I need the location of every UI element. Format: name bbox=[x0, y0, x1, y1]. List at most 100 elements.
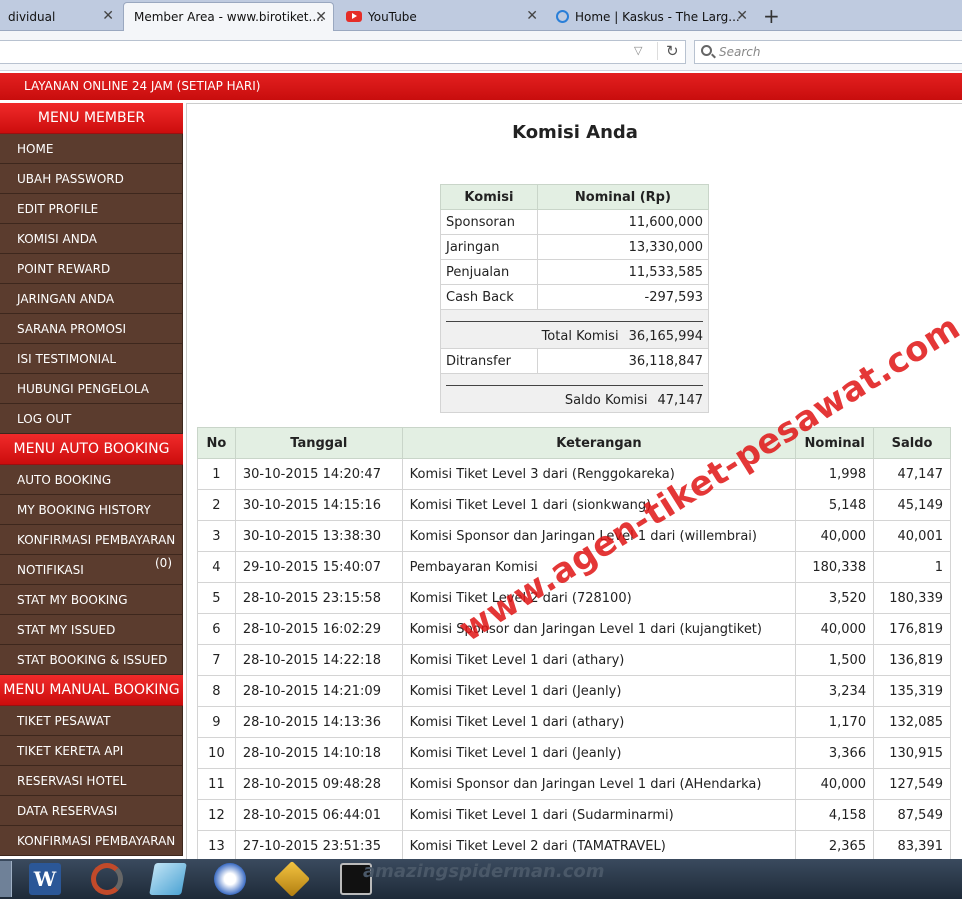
row-number: 10 bbox=[197, 737, 236, 769]
sidebar-item-log-out[interactable]: LOG OUT bbox=[0, 404, 183, 434]
row-date: 28-10-2015 14:22:18 bbox=[234, 644, 403, 676]
app-ring-icon[interactable] bbox=[91, 863, 123, 895]
taskbar-wallpaper-text: amazingspiderman.com bbox=[363, 861, 605, 882]
close-tab-icon[interactable]: ✕ bbox=[102, 8, 114, 24]
row-date: 30-10-2015 14:15:16 bbox=[234, 489, 403, 521]
url-bar[interactable]: ▽ ↻ bbox=[0, 40, 686, 64]
row-nominal: 40,000 bbox=[795, 520, 875, 552]
sidebar-item-my-booking-history[interactable]: MY BOOKING HISTORY bbox=[0, 495, 183, 525]
row-date: 30-10-2015 14:20:47 bbox=[234, 458, 403, 490]
sidebar-item-konfirmasi-pembayaran-manual[interactable]: KONFIRMASI PEMBAYARAN bbox=[0, 826, 183, 856]
commission-history-table: No Tanggal Keterangan Nominal Saldo 1 30-… bbox=[197, 427, 951, 859]
sidebar-item-edit-profile[interactable]: EDIT PROFILE bbox=[0, 194, 183, 224]
row-saldo: 132,085 bbox=[873, 706, 951, 738]
tab-youtube[interactable]: YouTube ✕ bbox=[336, 2, 544, 31]
row-description: Komisi Tiket Level 1 dari (athary) bbox=[401, 644, 797, 676]
kaskus-icon bbox=[556, 10, 569, 23]
row-saldo: 1 bbox=[873, 551, 951, 583]
table-row: 8 28-10-2015 14:21:09 Komisi Tiket Level 1… bbox=[197, 675, 951, 707]
row-number: 6 bbox=[197, 613, 236, 645]
service-banner: LAYANAN ONLINE 24 JAM (SETIAP HARI) bbox=[0, 73, 962, 100]
table-row: 11 28-10-2015 09:48:28 Komisi Sponsor dan … bbox=[197, 768, 951, 800]
total-komisi-cell: Total Komisi 36,165,994 bbox=[440, 309, 709, 349]
search-bar[interactable] bbox=[694, 40, 962, 64]
word-icon[interactable]: W bbox=[29, 863, 61, 895]
table-row: 1 30-10-2015 14:20:47 Komisi Tiket Level 3… bbox=[197, 458, 951, 490]
close-tab-icon[interactable]: ✕ bbox=[736, 8, 748, 24]
row-date: 28-10-2015 14:21:09 bbox=[234, 675, 403, 707]
sidebar-item-auto-booking[interactable]: AUTO BOOKING bbox=[0, 465, 183, 495]
row-number: 12 bbox=[197, 799, 236, 831]
saldo-komisi-cell: Saldo Komisi 47,147 bbox=[440, 373, 709, 413]
row-nominal: 3,234 bbox=[795, 675, 875, 707]
row-saldo: 83,391 bbox=[873, 830, 951, 859]
menu-member-header: MENU MEMBER bbox=[0, 103, 183, 134]
row-description: Komisi Sponsor dan Jaringan Level 1 dari… bbox=[401, 520, 797, 552]
summary-value: -297,593 bbox=[536, 284, 710, 310]
sidebar-item-stat-my-issued[interactable]: STAT MY ISSUED bbox=[0, 615, 183, 645]
ditransfer-label: Ditransfer bbox=[440, 348, 538, 374]
commission-summary-table: Komisi Nominal (Rp) Sponsoran 11,600,000 J… bbox=[440, 184, 710, 413]
navigation-bar: ▽ ↻ bbox=[0, 31, 962, 71]
sidebar-item-ubah-password[interactable]: UBAH PASSWORD bbox=[0, 164, 183, 194]
ditransfer-row: Ditransfer 36,118,847 bbox=[440, 348, 710, 374]
start-button[interactable] bbox=[0, 861, 12, 897]
row-saldo: 87,549 bbox=[873, 799, 951, 831]
summary-label: Jaringan bbox=[440, 234, 538, 260]
tab-individual[interactable]: dividual ✕ bbox=[0, 2, 120, 31]
close-tab-icon[interactable]: ✕ bbox=[526, 8, 538, 24]
search-icon bbox=[701, 45, 712, 56]
row-number: 7 bbox=[197, 644, 236, 676]
notification-badge: (0) bbox=[155, 556, 172, 570]
sidebar-item-label: NOTIFIKASI bbox=[17, 563, 84, 577]
sidebar-item-tiket-kereta-api[interactable]: TIKET KERETA API bbox=[0, 736, 183, 766]
window-switcher-icon[interactable] bbox=[149, 863, 187, 895]
sidebar-item-sarana-promosi[interactable]: SARANA PROMOSI bbox=[0, 314, 183, 344]
row-number: 3 bbox=[197, 520, 236, 552]
ditransfer-value: 36,118,847 bbox=[536, 348, 710, 374]
row-number: 8 bbox=[197, 675, 236, 707]
divider bbox=[446, 385, 703, 386]
sidebar-item-stat-my-booking[interactable]: STAT MY BOOKING bbox=[0, 585, 183, 615]
column-header: Nominal bbox=[795, 427, 875, 459]
search-input[interactable] bbox=[719, 43, 959, 61]
youtube-icon bbox=[346, 11, 362, 22]
winamp-icon[interactable] bbox=[273, 860, 311, 898]
row-nominal: 40,000 bbox=[795, 768, 875, 800]
summary-row: Sponsoran 11,600,000 bbox=[440, 209, 710, 235]
sidebar-item-home[interactable]: HOME bbox=[0, 134, 183, 164]
summary-value: 11,533,585 bbox=[536, 259, 710, 285]
sidebar-item-stat-booking-issued[interactable]: STAT BOOKING & ISSUED bbox=[0, 645, 183, 675]
sidebar-item-reservasi-hotel[interactable]: RESERVASI HOTEL bbox=[0, 766, 183, 796]
row-saldo: 180,339 bbox=[873, 582, 951, 614]
tab-member-area[interactable]: Member Area - www.birotiket.... ✕ bbox=[123, 2, 334, 31]
sidebar-item-data-reservasi[interactable]: DATA RESERVASI bbox=[0, 796, 183, 826]
url-dropdown-icon[interactable]: ▽ bbox=[634, 44, 642, 57]
sidebar-item-hubungi-pengelola[interactable]: HUBUNGI PENGELOLA bbox=[0, 374, 183, 404]
close-tab-icon[interactable]: ✕ bbox=[315, 9, 327, 25]
row-description: Komisi Tiket Level 1 dari (sionkwang) bbox=[401, 489, 797, 521]
globe-app-icon[interactable] bbox=[214, 863, 246, 895]
row-nominal: 1,998 bbox=[795, 458, 875, 490]
summary-row: Jaringan 13,330,000 bbox=[440, 234, 710, 260]
taskbar: W amazingspiderman.com bbox=[0, 859, 962, 899]
sidebar-item-isi-testimonial[interactable]: ISI TESTIMONIAL bbox=[0, 344, 183, 374]
row-date: 28-10-2015 14:13:36 bbox=[234, 706, 403, 738]
row-description: Komisi Tiket Level 1 dari (Jeanly) bbox=[401, 675, 797, 707]
new-tab-button[interactable]: + bbox=[763, 4, 780, 28]
sidebar-item-point-reward[interactable]: POINT REWARD bbox=[0, 254, 183, 284]
row-description: Komisi Tiket Level 3 dari (Renggokareka) bbox=[401, 458, 797, 490]
table-row: 5 28-10-2015 23:15:58 Komisi Tiket Level 2… bbox=[197, 582, 951, 614]
column-header: No bbox=[197, 427, 236, 459]
row-saldo: 45,149 bbox=[873, 489, 951, 521]
row-description: Komisi Sponsor dan Jaringan Level 1 dari… bbox=[401, 768, 797, 800]
table-row: 12 28-10-2015 06:44:01 Komisi Tiket Level … bbox=[197, 799, 951, 831]
sidebar-item-tiket-pesawat[interactable]: TIKET PESAWAT bbox=[0, 706, 183, 736]
tab-kaskus[interactable]: Home | Kaskus - The Larg... ✕ bbox=[546, 2, 754, 31]
saldo-komisi-row: Saldo Komisi 47,147 bbox=[440, 373, 709, 413]
reload-icon[interactable]: ↻ bbox=[657, 42, 679, 60]
sidebar-item-komisi-anda[interactable]: KOMISI ANDA bbox=[0, 224, 183, 254]
sidebar-item-notifikasi[interactable]: NOTIFIKASI (0) bbox=[0, 555, 183, 585]
column-header: Tanggal bbox=[234, 427, 403, 459]
sidebar-item-jaringan-anda[interactable]: JARINGAN ANDA bbox=[0, 284, 183, 314]
